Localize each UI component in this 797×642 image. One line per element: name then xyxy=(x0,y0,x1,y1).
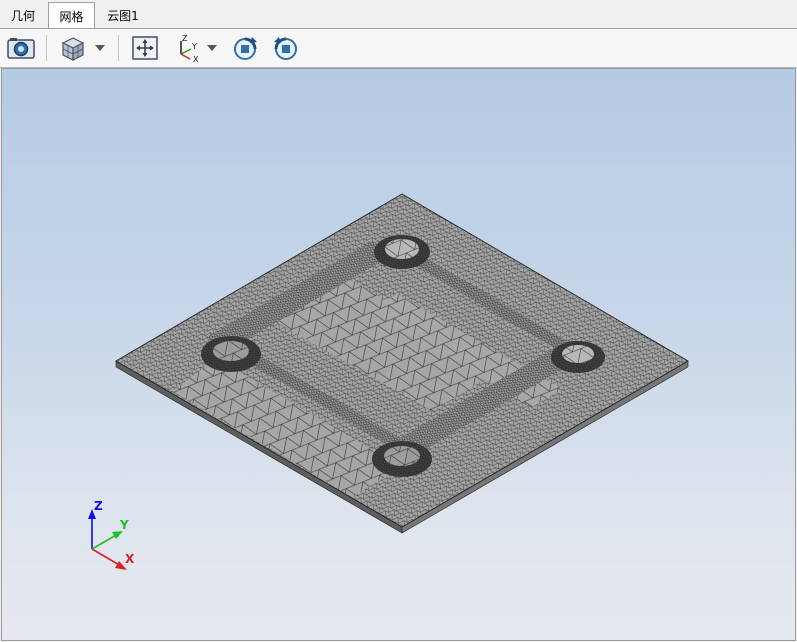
toolbar-separator xyxy=(46,35,47,61)
triad-x-label: X xyxy=(125,552,135,566)
rotate-clockwise-button[interactable] xyxy=(229,32,261,64)
svg-text:Y: Y xyxy=(191,42,197,51)
mesh-boss xyxy=(551,341,605,373)
tab-bar: 几何 网格 云图1 xyxy=(0,0,797,29)
tab-mesh[interactable]: 网格 xyxy=(48,2,95,29)
tab-geometry[interactable]: 几何 xyxy=(2,4,44,28)
rotate-counterclockwise-button[interactable] xyxy=(270,32,302,64)
svg-text:Z: Z xyxy=(182,34,188,43)
triad-y-axis xyxy=(91,533,119,550)
mesh-boss xyxy=(372,441,432,477)
tab-contour-1[interactable]: 云图1 xyxy=(100,4,146,28)
view-toolbar: Z Y X xyxy=(0,29,797,68)
chevron-down-icon xyxy=(207,45,217,51)
triad-x-axis xyxy=(91,548,122,567)
camera-icon xyxy=(7,38,35,59)
3d-viewport[interactable]: Z Y X xyxy=(1,68,796,641)
view-cube-dropdown[interactable] xyxy=(93,41,107,55)
chevron-down-icon xyxy=(95,45,105,51)
axis-orientation-button[interactable]: Z Y X xyxy=(172,32,204,64)
toolbar-separator xyxy=(118,35,119,61)
axis-triad: Z Y X xyxy=(88,499,135,570)
triad-y-label: Y xyxy=(119,518,129,532)
fit-view-button[interactable] xyxy=(129,32,161,64)
rotate-clockwise-icon xyxy=(234,37,257,60)
axis-orientation-dropdown[interactable] xyxy=(205,41,219,55)
view-cube-button[interactable] xyxy=(57,32,89,64)
axis-orientation-icon: Z Y X xyxy=(180,34,199,63)
mesh-boss xyxy=(374,235,430,269)
triad-y-arrow xyxy=(112,531,123,539)
screenshot-button[interactable] xyxy=(5,32,37,64)
fit-view-icon xyxy=(132,36,158,60)
triad-z-label: Z xyxy=(94,499,103,513)
svg-text:X: X xyxy=(193,55,199,63)
view-cube-icon xyxy=(61,37,85,61)
mesh-scene: Z Y X xyxy=(88,193,689,570)
mesh-boss xyxy=(201,336,261,372)
rotate-counterclockwise-icon xyxy=(274,37,297,60)
